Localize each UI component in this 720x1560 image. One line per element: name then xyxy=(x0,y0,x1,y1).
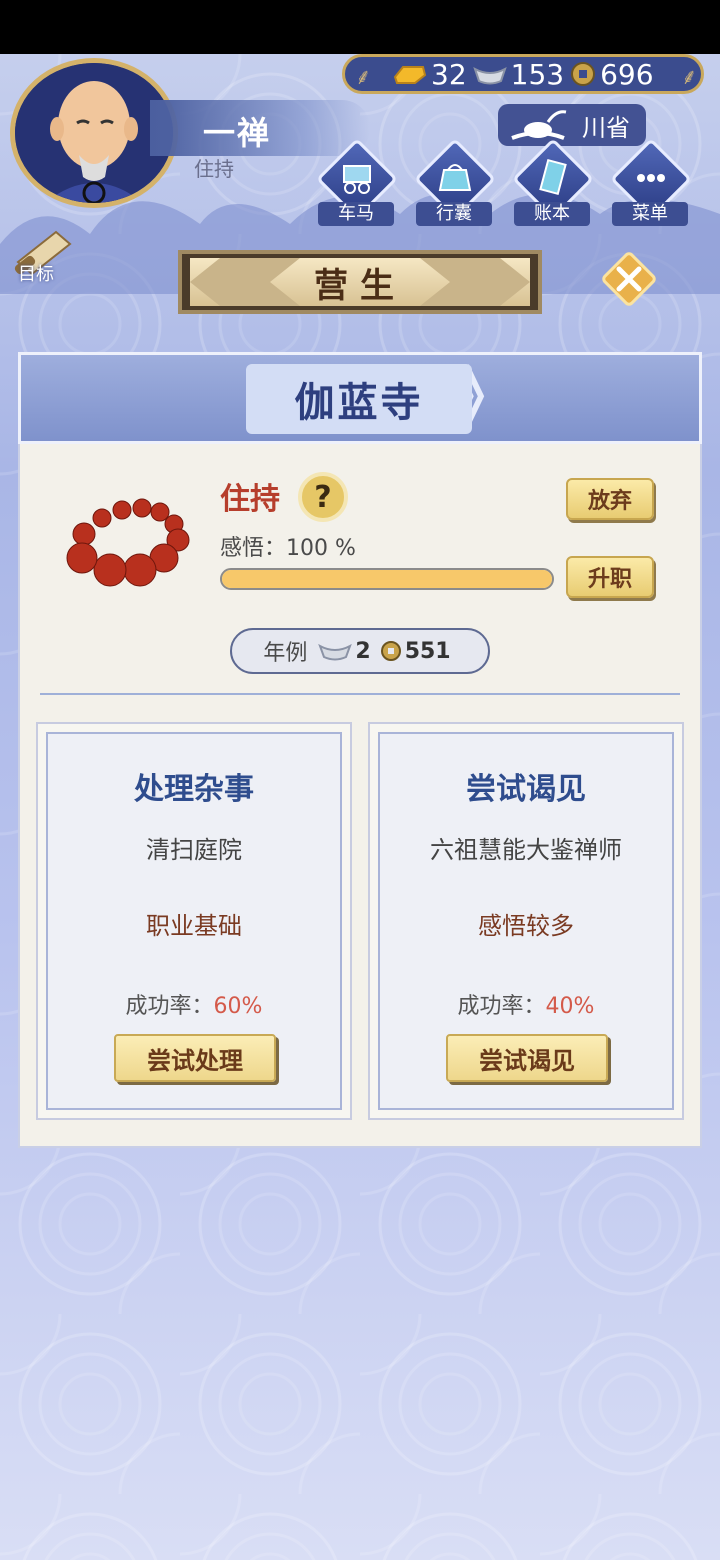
action-success-rate: 成功率：60% xyxy=(38,988,350,1020)
currency-bar: ⸙ 32 153 696 ⸙ xyxy=(342,54,704,94)
nav-bag-button[interactable]: 行囊 xyxy=(412,137,497,226)
bamboo-right-icon: ⸙ xyxy=(681,65,698,90)
ledger-icon xyxy=(539,158,567,196)
section-title: 营生 xyxy=(314,265,406,306)
action-title: 处理杂事 xyxy=(134,772,254,807)
divider xyxy=(40,693,680,695)
try-audience-button[interactable]: 尝试谒见 xyxy=(446,1034,608,1082)
nav-ledger-label: 账本 xyxy=(514,202,590,226)
salary-silver: 2 xyxy=(355,638,371,664)
try-handle-button[interactable]: 尝试处理 xyxy=(114,1034,276,1082)
insight-progress-fill xyxy=(222,570,552,588)
action-title: 尝试谒见 xyxy=(466,772,586,807)
banner-chevron-right xyxy=(420,258,530,306)
gold-counter: 32 xyxy=(393,58,467,91)
rate-value: 40% xyxy=(545,994,595,1019)
rate-label: 成功率： xyxy=(457,994,546,1019)
copper-value: 696 xyxy=(600,57,654,91)
silver-ingot-icon xyxy=(472,66,507,85)
promote-button[interactable]: 升职 xyxy=(566,556,654,598)
bag-icon xyxy=(438,164,472,191)
salary-copper: 551 xyxy=(404,638,451,664)
action-trait: 感悟较多 xyxy=(478,912,574,940)
gold-value: 32 xyxy=(431,57,467,91)
nav-carriage-label: 车马 xyxy=(318,202,394,226)
nav-menu-label: 菜单 xyxy=(612,202,688,226)
rate-value: 60% xyxy=(213,994,263,1019)
action-subject: 清扫庭院 xyxy=(146,836,242,864)
action-card-audience: 尝试谒见 六祖慧能大鉴禅师 感悟较多 成功率：40% 尝试谒见 xyxy=(368,722,684,1120)
banner-chevron-left xyxy=(190,258,300,306)
silver-counter: 153 xyxy=(472,57,565,91)
help-button[interactable]: ? xyxy=(298,472,348,522)
nav-menu-button[interactable]: 菜单 xyxy=(608,137,693,226)
target-label[interactable]: 目标 xyxy=(18,260,54,286)
job-title: 住持 xyxy=(220,482,280,517)
province-label: 川省 xyxy=(582,113,630,142)
player-title: 住持 xyxy=(194,157,234,181)
section-banner: 营生 xyxy=(178,250,542,314)
action-success-rate: 成功率：40% xyxy=(370,988,682,1020)
player-name: 一禅 xyxy=(203,114,272,152)
insight-row: 感悟：100 % xyxy=(220,530,356,562)
nav-bag-label: 行囊 xyxy=(416,202,492,226)
silver-value: 153 xyxy=(510,57,565,91)
insight-progress-bar xyxy=(220,568,554,590)
status-bar xyxy=(0,0,720,54)
hat-icon xyxy=(511,110,567,140)
action-card-chores: 处理杂事 清扫庭院 职业基础 成功率：60% 尝试处理 xyxy=(36,722,352,1120)
carriage-icon xyxy=(343,165,371,194)
silver-ingot-icon xyxy=(318,643,353,661)
salary-label: 年例 xyxy=(263,641,308,666)
gold-ingot-icon xyxy=(393,66,427,84)
abandon-button[interactable]: 放弃 xyxy=(566,478,654,520)
nav-carriage-button[interactable]: 车马 xyxy=(314,137,399,226)
nav-ledger-button[interactable]: 账本 xyxy=(510,137,595,226)
temple-name: 伽蓝寺 xyxy=(294,380,424,426)
rate-label: 成功率： xyxy=(125,994,214,1019)
bamboo-left-icon: ⸙ xyxy=(355,65,372,90)
prayer-beads-icon xyxy=(66,498,190,587)
insight-value: 100 % xyxy=(286,536,356,561)
temple-name-tag: 伽蓝寺 xyxy=(246,364,472,434)
action-trait: 职业基础 xyxy=(146,912,242,940)
copper-counter: 696 xyxy=(570,57,654,91)
province-button[interactable]: 川省 xyxy=(498,104,646,146)
insight-label: 感悟： xyxy=(220,536,287,561)
copper-coin-icon xyxy=(571,62,596,86)
annual-salary: 年例 2 551 xyxy=(230,628,490,674)
menu-dots-icon xyxy=(637,174,665,182)
close-icon[interactable] xyxy=(598,248,660,310)
copper-coin-icon xyxy=(380,641,401,661)
action-subject: 六祖慧能大鉴禅师 xyxy=(430,836,622,864)
